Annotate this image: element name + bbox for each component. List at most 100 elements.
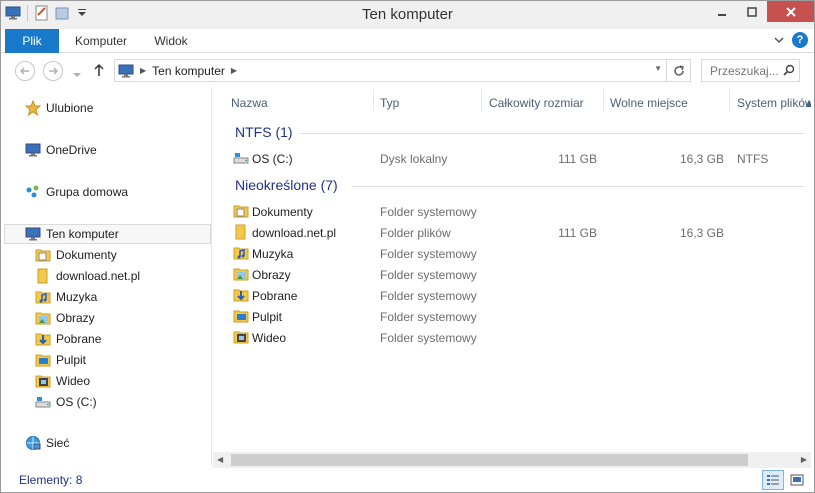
star-icon xyxy=(25,100,41,116)
item-count: Elementy: 8 xyxy=(19,473,83,487)
row-total-size: 111 GB xyxy=(558,226,597,240)
sort-indicator-icon: ▲ xyxy=(803,96,811,110)
nav-item-videos[interactable]: Wideo xyxy=(35,371,90,391)
column-header-free-space[interactable]: Wolne miejsce xyxy=(610,96,688,110)
tab-view[interactable]: Widok xyxy=(147,29,195,53)
search-icon[interactable] xyxy=(783,64,795,79)
column-header-total-size[interactable]: Całkowity rozmiar xyxy=(489,96,584,110)
status-bar: Elementy: 8 xyxy=(1,468,814,492)
expand-ribbon-icon[interactable] xyxy=(774,33,784,47)
row-type: Folder systemowy xyxy=(380,289,477,303)
address-history-dropdown[interactable]: ▼ xyxy=(654,64,662,73)
nav-item-this-pc[interactable]: Ten komputer xyxy=(25,224,119,244)
documents-folder-icon xyxy=(35,247,51,263)
nav-item-download-net-pl[interactable]: download.net.pl xyxy=(35,266,140,286)
nav-item-homegroup[interactable]: Grupa domowa xyxy=(25,182,128,202)
table-row[interactable]: Pobrane Folder systemowy xyxy=(213,285,811,306)
tab-computer[interactable]: Komputer xyxy=(71,29,131,53)
nav-item-label: Pulpit xyxy=(56,353,87,367)
group-header[interactable]: NTFS (1) xyxy=(235,124,293,140)
tab-file[interactable]: Plik xyxy=(5,29,59,53)
ribbon-controls: ? xyxy=(774,32,808,48)
nav-item-network[interactable]: Sieć xyxy=(25,433,69,453)
row-type: Folder systemowy xyxy=(380,331,477,345)
title-bar: Ten komputer xyxy=(1,1,814,29)
nav-item-music[interactable]: Muzyka xyxy=(35,287,97,307)
computer-icon xyxy=(25,142,41,158)
ribbon-tabs: Plik Komputer Widok ? xyxy=(1,29,814,53)
table-row[interactable]: Dokumenty Folder systemowy xyxy=(213,201,811,222)
arrow-up-icon xyxy=(94,63,104,76)
table-row[interactable]: download.net.pl Folder plików 111 GB 16,… xyxy=(213,222,811,243)
back-button[interactable] xyxy=(15,61,35,81)
scroll-left-icon[interactable]: ◀ xyxy=(217,455,223,464)
row-type: Folder systemowy xyxy=(380,205,477,219)
address-bar[interactable]: ▶ Ten komputer ▶ ▼ xyxy=(114,59,691,82)
desktop-folder-icon xyxy=(35,352,51,368)
refresh-button[interactable] xyxy=(666,60,690,81)
breadcrumb-separator-icon[interactable]: ▶ xyxy=(231,66,237,75)
nav-item-desktop[interactable]: Pulpit xyxy=(35,350,86,370)
table-row[interactable]: OS (C:) Dysk lokalny 111 GB 16,3 GB NTFS xyxy=(213,148,811,169)
table-row[interactable]: Obrazy Folder systemowy xyxy=(213,264,811,285)
nav-item-label: Obrazy xyxy=(56,311,95,325)
column-header-file-system[interactable]: System plików xyxy=(737,96,811,110)
nav-item-label: Ten komputer xyxy=(46,227,119,241)
nav-item-label: Wideo xyxy=(56,374,91,388)
drive-icon xyxy=(233,150,249,166)
recent-locations-dropdown[interactable] xyxy=(73,67,81,81)
downloads-folder-icon xyxy=(233,287,249,303)
minimize-button[interactable] xyxy=(707,1,737,22)
large-icons-view-button[interactable] xyxy=(786,470,808,490)
scroll-right-icon[interactable]: ▶ xyxy=(801,455,807,464)
drive-icon xyxy=(35,394,51,410)
row-free-space: 16,3 GB xyxy=(679,226,724,240)
scrollbar-thumb[interactable] xyxy=(231,454,748,466)
arrow-left-icon xyxy=(20,67,29,75)
video-folder-icon xyxy=(233,329,249,345)
nav-item-os-c[interactable]: OS (C:) xyxy=(35,392,97,412)
row-type: Dysk lokalny xyxy=(380,152,448,166)
breadcrumb-separator-icon[interactable]: ▶ xyxy=(140,66,146,75)
breadcrumb[interactable]: Ten komputer xyxy=(152,64,225,78)
up-button[interactable] xyxy=(93,63,105,80)
folder-icon xyxy=(35,268,51,284)
pictures-folder-icon xyxy=(35,310,51,326)
details-view-button[interactable] xyxy=(762,470,784,490)
column-header-type[interactable]: Typ xyxy=(380,96,399,110)
table-row[interactable]: Pulpit Folder systemowy xyxy=(213,306,811,327)
table-row[interactable]: Wideo Folder systemowy xyxy=(213,327,811,348)
search-box xyxy=(701,59,800,82)
arrow-right-icon xyxy=(49,67,58,75)
group-divider xyxy=(299,133,805,134)
group-header[interactable]: Nieokreślone (7) xyxy=(235,177,338,193)
nav-item-label: Pobrane xyxy=(56,332,102,346)
computer-icon xyxy=(118,64,134,78)
explorer-window: Ten komputer Plik Komputer Widok ? ▶ Ten… xyxy=(0,0,815,493)
horizontal-scrollbar[interactable]: ◀ ▶ xyxy=(213,452,811,468)
table-row[interactable]: Muzyka Folder systemowy xyxy=(213,243,811,264)
nav-item-onedrive[interactable]: OneDrive xyxy=(25,140,97,160)
column-header-name[interactable]: Nazwa xyxy=(231,96,268,110)
forward-button[interactable] xyxy=(43,61,63,81)
nav-item-label: Ulubione xyxy=(46,101,94,115)
nav-item-label: Dokumenty xyxy=(56,248,117,262)
nav-item-downloads[interactable]: Pobrane xyxy=(35,329,101,349)
nav-item-label: Sieć xyxy=(46,436,70,450)
row-name: Muzyka xyxy=(252,247,294,261)
nav-item-favorites[interactable]: Ulubione xyxy=(25,98,93,118)
row-total-size: 111 GB xyxy=(558,152,597,166)
navigation-pane: Ulubione OneDrive Grupa domowa Ten kompu… xyxy=(1,87,212,465)
computer-icon xyxy=(25,226,41,242)
nav-item-documents[interactable]: Dokumenty xyxy=(35,245,117,265)
row-name: Pulpit xyxy=(252,310,283,324)
row-type: Folder systemowy xyxy=(380,310,477,324)
maximize-button[interactable] xyxy=(737,1,767,22)
search-input[interactable] xyxy=(710,63,784,78)
music-folder-icon xyxy=(233,245,249,261)
row-type: Folder systemowy xyxy=(380,247,477,261)
details-view-icon xyxy=(767,475,779,485)
close-button[interactable] xyxy=(767,1,814,22)
nav-item-pictures[interactable]: Obrazy xyxy=(35,308,95,328)
help-icon[interactable]: ? xyxy=(792,32,808,48)
